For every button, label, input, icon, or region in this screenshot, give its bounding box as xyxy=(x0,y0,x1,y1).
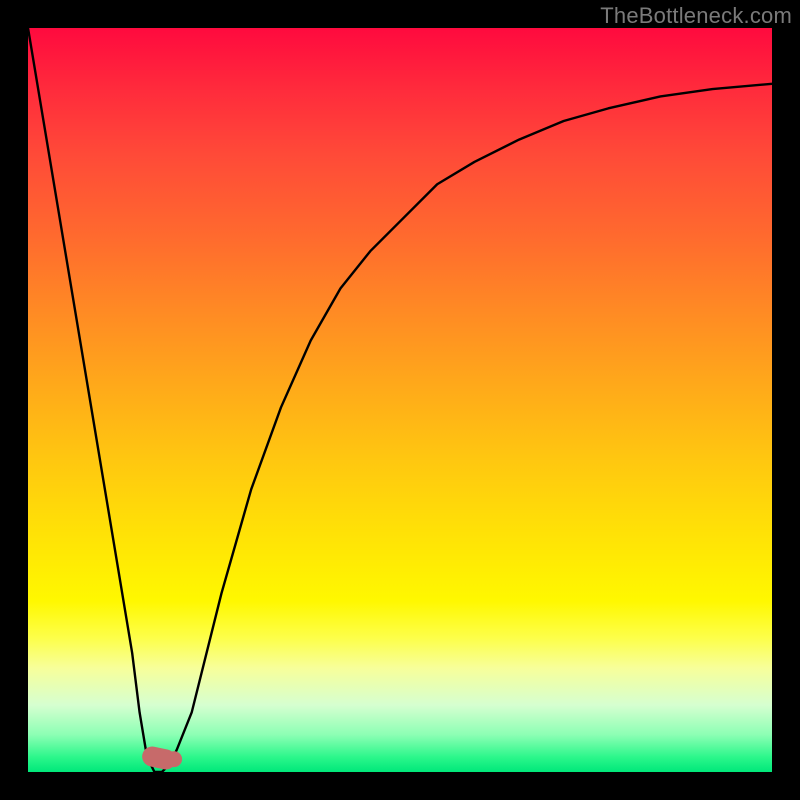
watermark-text: TheBottleneck.com xyxy=(600,3,792,29)
bottleneck-curve xyxy=(28,28,772,772)
plot-area xyxy=(28,28,772,772)
chart-frame: TheBottleneck.com xyxy=(0,0,800,800)
